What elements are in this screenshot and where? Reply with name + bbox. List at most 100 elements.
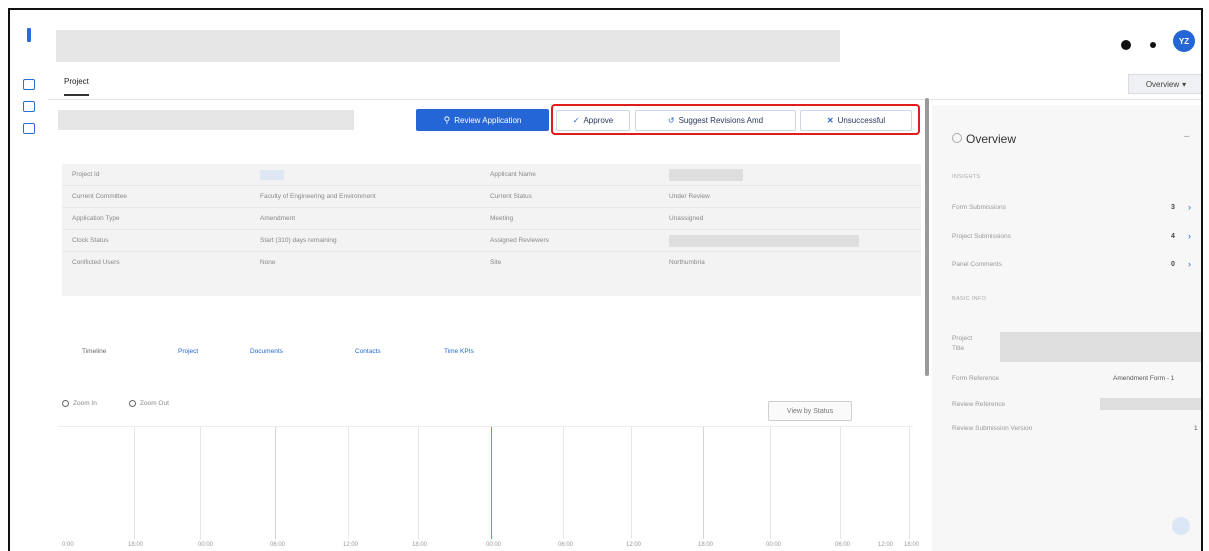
approve-label: Approve [583, 116, 614, 125]
suggest-revisions-label: Suggest Revisions Amd [678, 116, 764, 125]
zoom-in-icon [62, 400, 69, 407]
notification-icon[interactable] [1150, 42, 1156, 48]
timeline-tick-label: 12:00 [878, 542, 894, 548]
chevron-right-icon[interactable]: › [1188, 231, 1191, 241]
row-value: None [260, 259, 276, 266]
project-title-value-placeholder [1000, 332, 1201, 362]
timeline-tick-label: 00:00 [198, 542, 214, 548]
review-application-label: Review Application [454, 115, 522, 125]
applicant-name-placeholder [669, 169, 743, 181]
overview-dropdown-label: Overview [1145, 79, 1180, 89]
timeline-tick-label: 12:00 [626, 542, 642, 548]
timeline-tick-label: 18:00 [412, 542, 428, 548]
project-id-link[interactable] [260, 170, 284, 180]
details-row: Application Type Amendment Meeting Unass… [62, 208, 921, 230]
timeline-tick-label: 06:00 [558, 542, 574, 548]
zoom-out-icon [129, 400, 136, 407]
info-icon [952, 133, 962, 143]
timeline-tick-label: 06:00 [270, 542, 286, 548]
help-icon[interactable] [1121, 40, 1131, 50]
timeline-gridline [200, 427, 201, 539]
search-bar-placeholder[interactable] [56, 30, 840, 62]
zoom-in-button[interactable]: Zoom In [62, 400, 97, 407]
row-value: Northumbria [669, 259, 705, 266]
timeline-tick-label: 18:00 [698, 542, 714, 548]
timeline-gridline [631, 427, 632, 539]
subtab-project[interactable]: Project [178, 348, 198, 355]
timeline-gridline [563, 427, 564, 539]
project-details-grid: Project Id Applicant Name Current Commit… [62, 164, 921, 296]
timeline-tick-label: 0:00 [62, 542, 74, 548]
insight-label: Project Submissions [952, 233, 1011, 240]
review-reference-label: Review Reference [952, 401, 1006, 408]
timeline-gridline [134, 427, 135, 539]
scrollbar-thumb[interactable] [925, 98, 929, 376]
timeline-chart[interactable]: 0:00 18:00 00:00 06:00 12:00 18:00 00:00… [58, 426, 919, 551]
review-version-label: Review Submission Version [952, 425, 1033, 432]
form-reference-label: Form Reference [952, 375, 999, 382]
search-icon: ⚲ [443, 114, 451, 125]
row-label: Meeting [490, 215, 514, 222]
timeline-gridline [275, 427, 276, 539]
chevron-down-icon: ▾ [1182, 79, 1187, 89]
row-label: Conflicted Users [72, 259, 120, 266]
timeline-gridline [770, 427, 771, 539]
help-chat-button[interactable] [1172, 517, 1190, 535]
zoom-out-button[interactable]: Zoom Out [129, 400, 169, 407]
form-reference-value: Amendment Form - 1 [1113, 375, 1175, 382]
chevron-right-icon[interactable]: › [1188, 259, 1191, 269]
project-title-label: Project Title [952, 335, 973, 352]
subtab-contacts[interactable]: Contacts [355, 348, 381, 355]
user-avatar[interactable]: YZ [1173, 30, 1195, 52]
insight-label: Form Submissions [952, 204, 1006, 211]
chevron-right-icon[interactable]: › [1188, 202, 1191, 212]
insights-section-label: INSIGHTS [952, 174, 981, 180]
row-value: Unassigned [669, 215, 704, 222]
timeline-tick-label: 00:00 [766, 542, 782, 548]
row-value: Faculty of Engineering and Environment [260, 193, 376, 200]
assigned-reviewers-placeholder [669, 235, 859, 247]
details-row: Clock Status Start (310) days remaining … [62, 230, 921, 252]
row-label: Project Id [72, 171, 100, 178]
timeline-tick-label: 18:00 [904, 542, 920, 548]
basic-info-section-label: BASIC INFO [952, 296, 987, 302]
clipboard-icon[interactable] [23, 123, 35, 134]
subtab-time-kpis[interactable]: Time KPIs [444, 348, 474, 355]
subtab-documents[interactable]: Documents [250, 348, 283, 355]
timeline-gridline [840, 427, 841, 539]
insight-label: Panel Comments [952, 261, 1002, 268]
app-logo[interactable] [27, 28, 31, 42]
overview-sidebar: Overview – INSIGHTS Form Submissions 3 ›… [932, 105, 1201, 551]
unsuccessful-label: Unsuccessful [837, 116, 886, 125]
current-time-line [491, 427, 492, 539]
overview-dropdown[interactable]: Overview ▾ [1128, 74, 1201, 94]
revise-icon: ↺ [667, 116, 675, 125]
collapse-icon[interactable]: – [1184, 131, 1190, 142]
page-tabs: Project [48, 70, 1201, 100]
subtab-timeline[interactable]: Timeline [82, 348, 106, 355]
row-label: Site [490, 259, 502, 266]
insight-count: 0 [1171, 261, 1175, 268]
suggest-revisions-button[interactable]: ↺ Suggest Revisions Amd [635, 110, 796, 131]
review-application-button[interactable]: ⚲ Review Application [416, 109, 549, 131]
approve-button[interactable]: ✓ Approve [556, 110, 630, 131]
project-title-placeholder [58, 110, 354, 130]
row-label: Clock Status [72, 237, 109, 244]
row-label: Current Committee [72, 193, 127, 200]
grid-icon[interactable] [23, 101, 35, 112]
insight-count: 4 [1171, 233, 1175, 240]
check-icon: ✓ [572, 116, 580, 125]
zoom-in-label: Zoom In [73, 400, 97, 407]
row-label: Application Type [72, 215, 120, 222]
timeline-gridline [703, 427, 704, 539]
tab-project[interactable]: Project [64, 77, 89, 96]
details-row: Project Id Applicant Name [62, 164, 921, 186]
review-reference-value-placeholder [1100, 398, 1201, 410]
row-value: Amendment [260, 215, 296, 222]
view-by-status-button[interactable]: View by Status [768, 401, 852, 421]
document-icon[interactable] [23, 79, 35, 90]
unsuccessful-button[interactable]: ✕ Unsuccessful [800, 110, 912, 131]
row-value: Under Review [669, 193, 710, 200]
review-version-value: 1 [1194, 425, 1198, 432]
zoom-out-label: Zoom Out [140, 400, 169, 407]
